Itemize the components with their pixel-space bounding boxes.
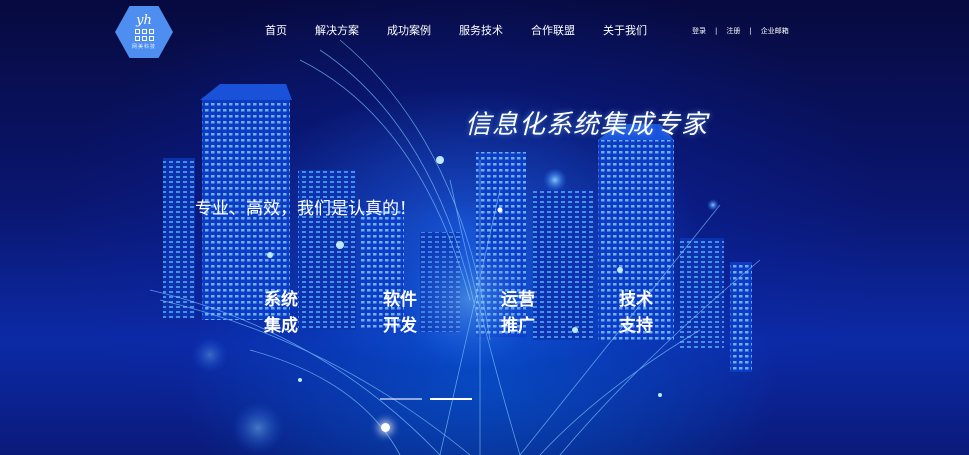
brand-mark: yh	[136, 13, 152, 28]
service-system-integration[interactable]: 系统 集成	[264, 287, 312, 339]
service-label-line2: 推广	[501, 316, 535, 336]
nav-item-home[interactable]: 首页	[265, 22, 287, 38]
light-spot	[381, 423, 390, 432]
carousel-indicators	[380, 398, 472, 400]
hero-banner: yh 网美科技 首页 解决方案 成功案例 服务技术 合作联盟 关于我们 登录 |…	[0, 0, 969, 455]
nav-item-partners[interactable]: 合作联盟	[531, 22, 575, 38]
nav-item-services[interactable]: 服务技术	[459, 22, 503, 38]
separator: |	[749, 27, 752, 35]
login-link[interactable]: 登录	[692, 26, 706, 36]
service-label-line2: 开发	[383, 316, 417, 336]
carousel-dot-1[interactable]	[380, 398, 422, 400]
utility-links: 登录 | 注册 | 企业邮箱	[692, 26, 789, 36]
service-label-line1: 系统	[264, 290, 298, 310]
nav-item-solutions[interactable]: 解决方案	[315, 22, 359, 38]
hero-slogan: 信息化系统集成专家	[465, 110, 709, 140]
service-label-line1: 软件	[383, 290, 417, 310]
city-skyline-illustration	[149, 39, 761, 455]
register-link[interactable]: 注册	[726, 26, 740, 36]
service-software-development[interactable]: 软件 开发	[383, 287, 431, 339]
service-operations-promotion[interactable]: 运营 推广	[501, 287, 549, 339]
service-list: 系统 集成 软件 开发 运营 推广 技术 支持	[0, 287, 969, 347]
nav-item-cases[interactable]: 成功案例	[387, 22, 431, 38]
separator: |	[715, 27, 718, 35]
hero-tagline: 专业、高效，我们是认真的！	[195, 199, 416, 219]
service-label-line2: 集成	[264, 316, 298, 336]
service-technical-support[interactable]: 技术 支持	[619, 287, 667, 339]
nav-item-about[interactable]: 关于我们	[603, 22, 647, 38]
service-label-line2: 支持	[619, 316, 653, 336]
main-nav: 首页 解决方案 成功案例 服务技术 合作联盟 关于我们	[265, 22, 675, 38]
brand-name: 网美科技	[131, 44, 156, 50]
service-label-line1: 运营	[501, 290, 535, 310]
brand-grid-icon	[134, 29, 154, 41]
carousel-dot-2[interactable]	[430, 398, 472, 400]
service-label-line1: 技术	[619, 290, 653, 310]
enterprise-mail-link[interactable]: 企业邮箱	[761, 26, 789, 36]
